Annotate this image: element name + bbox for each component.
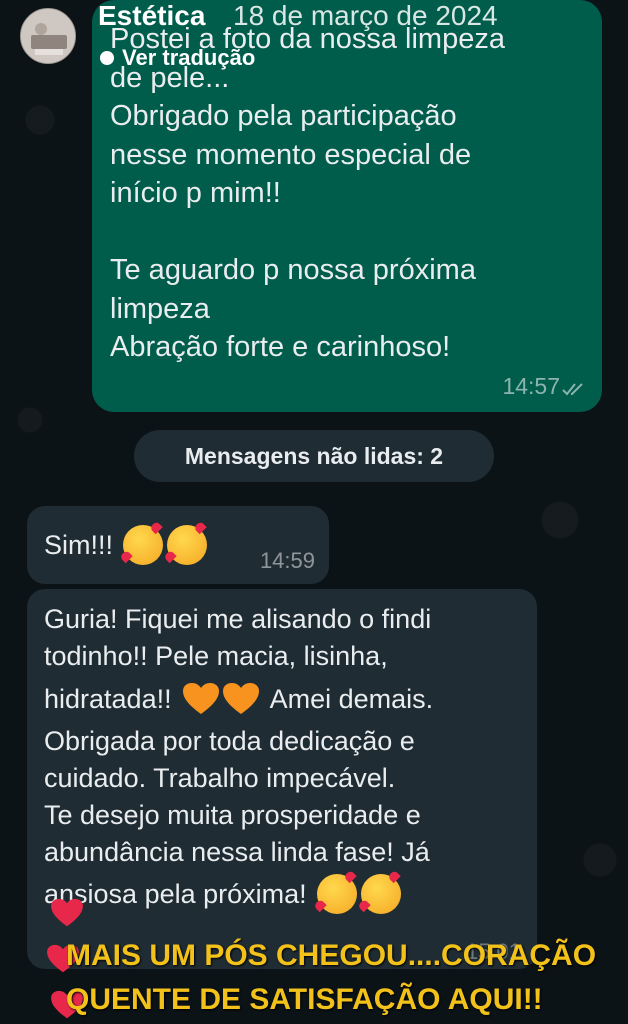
orange-heart-icon (182, 683, 219, 714)
message-line: Obrigada por toda dedicação e (44, 726, 415, 756)
message-line: Te aguardo p nossa próxima (110, 254, 476, 286)
translate-link[interactable]: Ver tradução (100, 45, 255, 71)
unread-messages-divider: Mensagens não lidas: 2 (134, 430, 494, 482)
message-line: Guria! Fiquei me alisando o findi (44, 604, 432, 634)
outgoing-message-text: Postei a foto da nossa limpeza de pele..… (110, 20, 590, 367)
message-line: Te desejo muita prosperidade e (44, 800, 421, 830)
smiling-face-with-hearts-icon (123, 525, 164, 565)
face-blowing-kiss-icon (360, 874, 401, 914)
message-line: nesse momento especial de (110, 138, 472, 171)
status-date: 18 de março de 2024 (233, 0, 498, 31)
translate-label: Ver tradução (122, 45, 256, 70)
incoming-message-bubble[interactable]: Guria! Fiquei me alisando o findi todinh… (27, 589, 537, 969)
double-check-icon (562, 383, 583, 396)
avatar-photo-icon (21, 9, 75, 63)
bullet-icon (100, 51, 114, 65)
message-line: início p mim!! (110, 177, 281, 209)
message-line (110, 213, 590, 252)
red-heart-icon (51, 898, 83, 927)
caption-line: MAIS UM PÓS CHEGOU....CORAÇÃO (66, 939, 597, 972)
incoming-message-text: Sim!!! (44, 522, 211, 568)
message-line: ansiosa pela próxima! (44, 871, 529, 917)
message-text: hidratada!! (44, 683, 172, 714)
face-blowing-kiss-icon (316, 874, 357, 914)
caption-line: QUENTE DE SATISFAÇÃO AQUI!! (66, 983, 543, 1016)
message-line: Obrigado pela participação (110, 100, 457, 132)
message-timestamp: 14:57 (502, 373, 560, 399)
message-line: limpeza (110, 292, 210, 325)
message-text: Sim!!! (44, 529, 114, 560)
incoming-message-text: Guria! Fiquei me alisando o findi todinh… (44, 601, 529, 917)
orange-heart-icon (222, 683, 259, 714)
avatar[interactable] (20, 8, 76, 64)
overlay-caption: MAIS UM PÓS CHEGOU....CORAÇÃO QUENTE DE … (52, 934, 612, 1022)
message-line: hidratada!! Amei demais. (44, 675, 529, 723)
message-line: cuidado. Trabalho impecável. (44, 763, 396, 793)
contact-name[interactable]: Estética (98, 0, 205, 32)
incoming-message-bubble[interactable]: Sim!!! 14:59 (27, 506, 329, 584)
message-line: Abração forte e carinhoso! (110, 331, 451, 363)
message-line: todinho!! Pele macia, lisinha, (44, 641, 388, 671)
smiling-face-with-hearts-icon (167, 525, 208, 565)
message-text: Amei demais. (269, 683, 434, 714)
message-timestamp: 14:59 (259, 548, 315, 573)
message-line: abundância nessa linda fase! Já (44, 837, 430, 867)
